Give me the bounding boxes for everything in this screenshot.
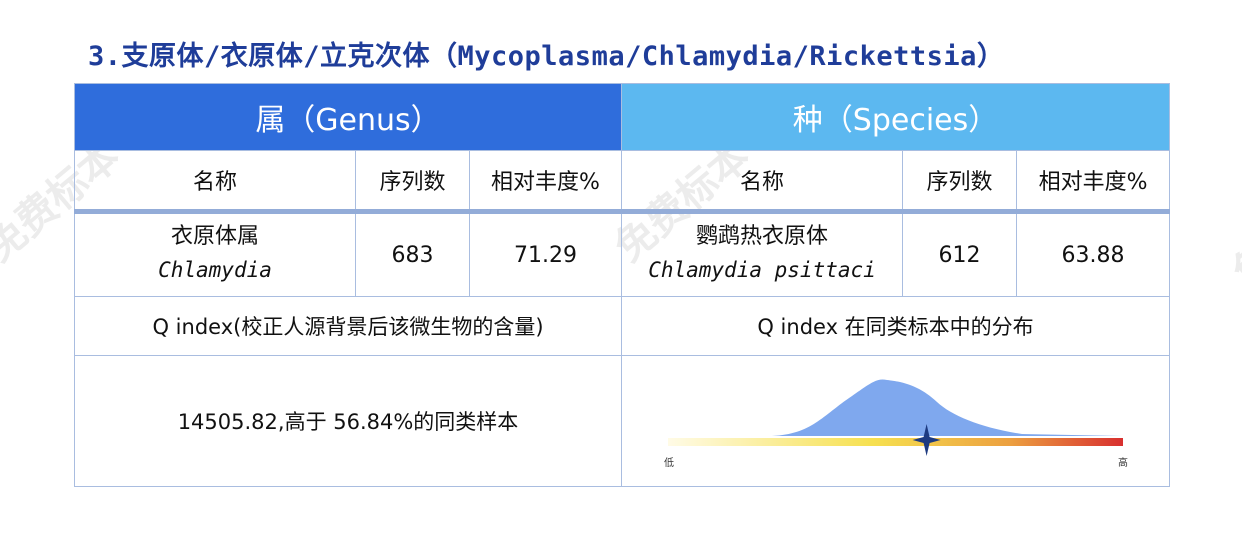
genus-reads-col-header: 序列数: [355, 150, 470, 214]
genus-name-cn: 衣原体属: [170, 224, 259, 249]
genus-name-cell: 衣原体属 Chlamydia: [74, 211, 356, 297]
genus-header: 属（Genus）: [74, 83, 622, 151]
species-header: 种（Species）: [620, 83, 1171, 151]
species-name-cn: 鹦鹉热衣原体: [695, 224, 828, 249]
q-index-label: Q index(校正人源背景后该微生物的含量): [74, 296, 622, 356]
species-abundance-col-header: 相对丰度%: [1015, 150, 1171, 214]
genus-name-latin: Chlamydia: [158, 258, 272, 282]
distribution-cell: 低 高: [620, 355, 1171, 487]
species-name-cell: 鹦鹉热衣原体 Chlamydia psittaci: [621, 211, 903, 297]
species-abundance: 63.88: [1015, 211, 1171, 297]
species-reads-col-header: 序列数: [902, 150, 1017, 214]
species-reads: 612: [902, 211, 1017, 297]
q-distribution-label: Q index 在同类标本中的分布: [620, 296, 1171, 356]
scale-low-label: 低: [664, 458, 674, 469]
section-title: 3.支原体/衣原体/立克次体（Mycoplasma/Chlamydia/Rick…: [88, 41, 1005, 72]
distribution-curve: [668, 379, 1122, 436]
genus-abundance-col-header: 相对丰度%: [469, 150, 622, 214]
results-table: 属（Genus） 种（Species） 名称 序列数 相对丰度% 名称 序列数 …: [74, 83, 1171, 487]
species-name-col-header: 名称: [621, 150, 903, 214]
genus-abundance: 71.29: [469, 211, 622, 297]
gradient-scale-bar: [668, 438, 1123, 446]
species-name-latin: Chlamydia psittaci: [648, 258, 876, 282]
distribution-graphic: [668, 379, 1123, 456]
watermark: 免费标本: [1224, 158, 1242, 297]
genus-reads: 683: [355, 211, 470, 297]
q-index-value: 14505.82,高于 56.84%的同类样本: [74, 355, 622, 487]
scale-high-label: 高: [1118, 458, 1128, 469]
genus-name-col-header: 名称: [74, 150, 356, 214]
